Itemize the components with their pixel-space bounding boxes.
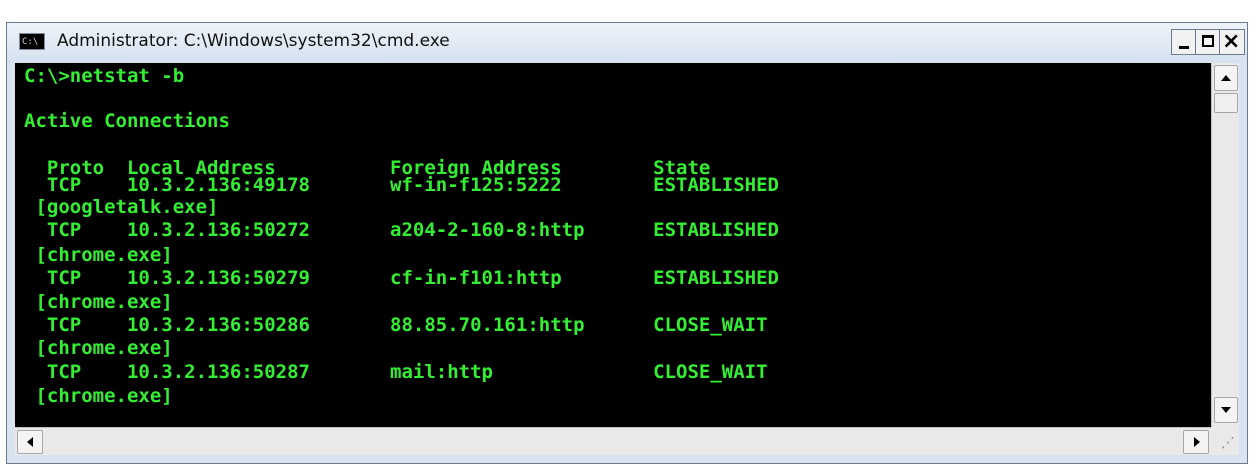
title-bar[interactable]: C:\ Administrator: C:\Windows\system32\c… [7,23,1247,63]
console-line: [chrome.exe] [24,385,173,407]
scroll-left-button[interactable] [17,430,43,454]
scroll-up-button[interactable] [1214,65,1238,91]
console-line: TCP 10.3.2.136:50287 mail:http CLOSE_WAI… [24,361,768,383]
minimize-icon [1179,46,1189,49]
window-title: Administrator: C:\Windows\system32\cmd.e… [57,31,450,51]
arrow-right-icon [1194,437,1200,447]
console-line: TCP 10.3.2.136:50279 cf-in-f101:http EST… [24,267,779,289]
console-line: [chrome.exe] [24,291,173,313]
horizontal-scrollbar[interactable] [15,427,1211,455]
maximize-button[interactable] [1195,29,1221,55]
scroll-down-button[interactable] [1214,397,1238,423]
maximize-icon [1202,35,1214,47]
console-output[interactable]: C:\>netstat -b Active Connections Proto … [15,63,1211,427]
arrow-left-icon [27,437,33,447]
console-line: TCP 10.3.2.136:50286 88.85.70.161:http C… [24,314,768,336]
console-line: Active Connections [24,110,230,132]
console-line: TCP 10.3.2.136:49178 wf-in-f125:5222 EST… [24,174,779,196]
resize-grip-icon: ⋰ [1221,435,1235,451]
cmd-icon[interactable]: C:\ [19,33,45,50]
minimize-button[interactable] [1171,29,1197,55]
console-line: [googletalk.exe] [24,196,219,218]
console-line: [chrome.exe] [24,337,173,359]
close-icon: × [1222,29,1241,54]
resize-grip[interactable]: ⋰ [1211,427,1239,455]
cmd-window: C:\ Administrator: C:\Windows\system32\c… [6,22,1248,464]
vertical-scroll-thumb[interactable] [1214,93,1238,113]
arrow-up-icon [1221,75,1231,81]
vertical-scrollbar[interactable] [1211,63,1239,427]
console-line: C:\>netstat -b [24,65,185,87]
close-button[interactable]: × [1219,29,1245,55]
console-line: [chrome.exe] [24,244,173,266]
scroll-right-button[interactable] [1183,430,1209,454]
console-line: TCP 10.3.2.136:50272 a204-2-160-8:http E… [24,219,779,241]
arrow-down-icon [1221,407,1231,413]
